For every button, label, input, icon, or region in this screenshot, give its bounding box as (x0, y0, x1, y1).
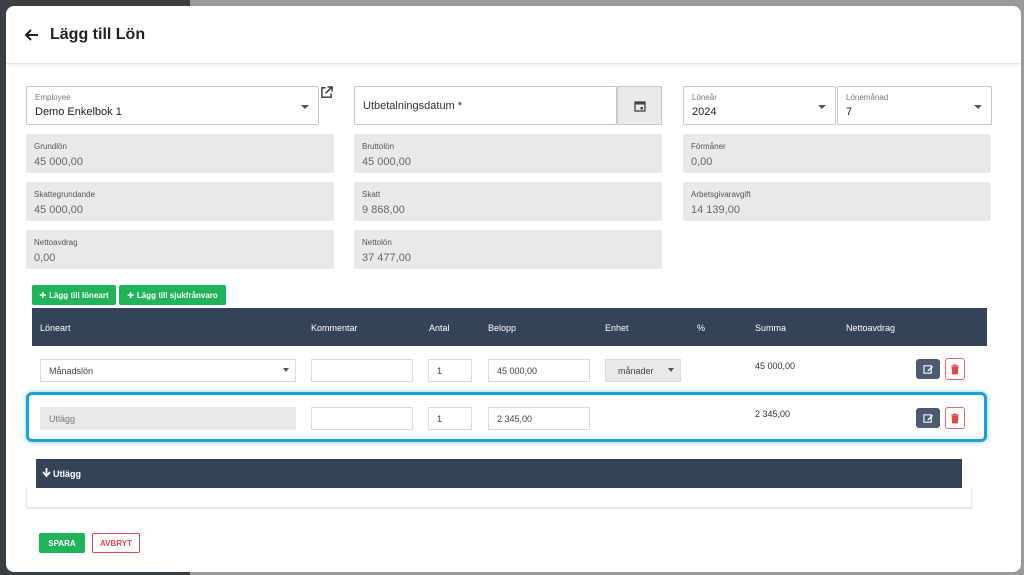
nettolon-field: Nettolön 37 477,00 (354, 230, 662, 269)
bruttolon-value: 45 000,00 (362, 156, 411, 168)
grundlon-label: Grundlön (34, 142, 67, 151)
nettolon-label: Nettolön (362, 238, 392, 247)
chevron-down-icon (668, 368, 674, 372)
row2-kommentar-input[interactable] (311, 407, 413, 430)
salary-month-label: Lönemånad (846, 93, 889, 102)
edit-icon (922, 413, 933, 423)
external-link-icon[interactable] (320, 86, 333, 99)
row1-antal-input[interactable]: 1 (428, 359, 472, 382)
row2-delete-button[interactable] (945, 407, 965, 429)
plus-icon: ✚ (39, 290, 47, 300)
bruttolon-field: Bruttolön 45 000,00 (354, 134, 662, 173)
formaner-value: 0,00 (691, 156, 713, 168)
row1-belopp-value: 45 000,00 (497, 366, 538, 376)
row2-belopp-value: 2 345,00 (497, 414, 533, 424)
row1-kommentar-input[interactable] (311, 359, 413, 382)
row1-antal-value: 1 (437, 366, 443, 376)
arbetsgivaravgift-label: Arbetsgivaravgift (691, 190, 751, 199)
payment-date-placeholder: Utbetalningsdatum * (363, 100, 463, 112)
calendar-icon (633, 100, 646, 112)
employee-label: Employee (35, 93, 71, 102)
salary-month-value: 7 (846, 106, 853, 118)
header-loneart: Löneart (40, 323, 71, 333)
header-procent: % (697, 323, 706, 333)
arbetsgivaravgift-value: 14 139,00 (691, 204, 740, 216)
highlighted-row: Utlägg 1 2 345,00 2 345,00 (26, 392, 987, 442)
skatt-field: Skatt 9 868,00 (354, 182, 662, 221)
row2-antal-input[interactable]: 1 (428, 407, 472, 430)
nettoavdrag-label: Nettoavdrag (34, 238, 78, 247)
row1-delete-button[interactable] (945, 358, 965, 380)
skattegrundande-value: 45 000,00 (34, 204, 83, 216)
chevron-down-icon (974, 105, 982, 109)
utlagg-section-body (26, 488, 972, 508)
utlagg-section-label: Utlägg (53, 469, 81, 479)
skatt-value: 9 868,00 (362, 204, 405, 216)
employee-value: Demo Enkelbok 1 (35, 106, 122, 118)
skattegrundande-label: Skattegrundande (34, 190, 95, 199)
row1-enhet-value: månader (618, 366, 654, 376)
row1-loneart-value: Månadslön (49, 366, 94, 376)
row2-edit-button[interactable] (916, 408, 940, 428)
row1-belopp-input[interactable]: 45 000,00 (488, 359, 590, 382)
header-summa: Summa (755, 323, 787, 333)
salary-year-label: Löneår (692, 93, 717, 102)
save-button[interactable]: SPARA (39, 533, 85, 553)
salary-year-select[interactable]: Löneår 2024 (683, 86, 836, 125)
add-salary-type-button[interactable]: ✚ Lägg till löneart (32, 285, 116, 305)
row2-summa: 2 345,00 (755, 409, 791, 419)
row2-belopp-input[interactable]: 2 345,00 (488, 407, 590, 430)
header-enhet: Enhet (605, 323, 629, 333)
salary-month-select[interactable]: Lönemånad 7 (837, 86, 992, 125)
formaner-label: Förmåner (691, 142, 726, 151)
chevron-down-icon (301, 105, 309, 109)
header-kommentar: Kommentar (311, 323, 358, 333)
chevron-down-icon (283, 368, 289, 372)
nettolon-value: 37 477,00 (362, 252, 411, 264)
page-title: Lägg till Lön (50, 25, 146, 43)
table-header: Löneart Kommentar Antal Belopp Enhet % S… (32, 308, 987, 346)
nettoavdrag-value: 0,00 (34, 252, 56, 264)
row1-enhet-select[interactable]: månader (605, 359, 681, 382)
trash-icon (951, 364, 959, 374)
row2-loneart-field: Utlägg (40, 407, 296, 430)
plus-icon: ✚ (127, 290, 134, 300)
arbetsgivaravgift-field: Arbetsgivaravgift 14 139,00 (683, 182, 991, 221)
skatt-label: Skatt (362, 190, 381, 199)
calendar-button[interactable] (617, 86, 662, 125)
grundlon-field: Grundlön 45 000,00 (26, 134, 334, 173)
salary-year-value: 2024 (692, 106, 717, 118)
trash-icon (951, 413, 959, 423)
arrow-down-icon (42, 468, 51, 478)
grundlon-value: 45 000,00 (34, 156, 83, 168)
row1-loneart-select[interactable]: Månadslön (40, 359, 296, 382)
chevron-down-icon (818, 105, 826, 109)
header-antal: Antal (429, 323, 450, 333)
cancel-button[interactable]: AVBRYT (92, 533, 140, 553)
row1-summa: 45 000,00 (755, 361, 796, 371)
salary-form-card: Lägg till Lön Employee Demo Enkelbok 1 U… (6, 6, 1021, 572)
bruttolon-label: Bruttolön (362, 142, 395, 151)
row1-edit-button[interactable] (916, 359, 940, 379)
header-nettoavdrag: Nettoavdrag (846, 323, 896, 333)
formaner-field: Förmåner 0,00 (683, 134, 991, 173)
back-arrow-icon[interactable] (24, 27, 40, 43)
employee-select[interactable]: Employee Demo Enkelbok 1 (26, 86, 319, 125)
utlagg-section-header[interactable]: Utlägg (36, 459, 962, 488)
add-salary-type-label: Lägg till löneart (49, 290, 109, 300)
row2-loneart-value: Utlägg (49, 414, 76, 424)
add-sick-leave-label: Lägg till sjukfrånvaro (136, 290, 218, 300)
add-sick-leave-button[interactable]: ✚ Lägg till sjukfrånvaro (119, 285, 226, 305)
nettoavdrag-field: Nettoavdrag 0,00 (26, 230, 334, 269)
edit-icon (922, 364, 933, 374)
payment-date-input[interactable]: Utbetalningsdatum * (354, 86, 617, 125)
row2-antal-value: 1 (437, 414, 443, 424)
page-header: Lägg till Lön (6, 6, 1021, 64)
header-belopp: Belopp (488, 323, 517, 333)
skattegrundande-field: Skattegrundande 45 000,00 (26, 182, 334, 221)
